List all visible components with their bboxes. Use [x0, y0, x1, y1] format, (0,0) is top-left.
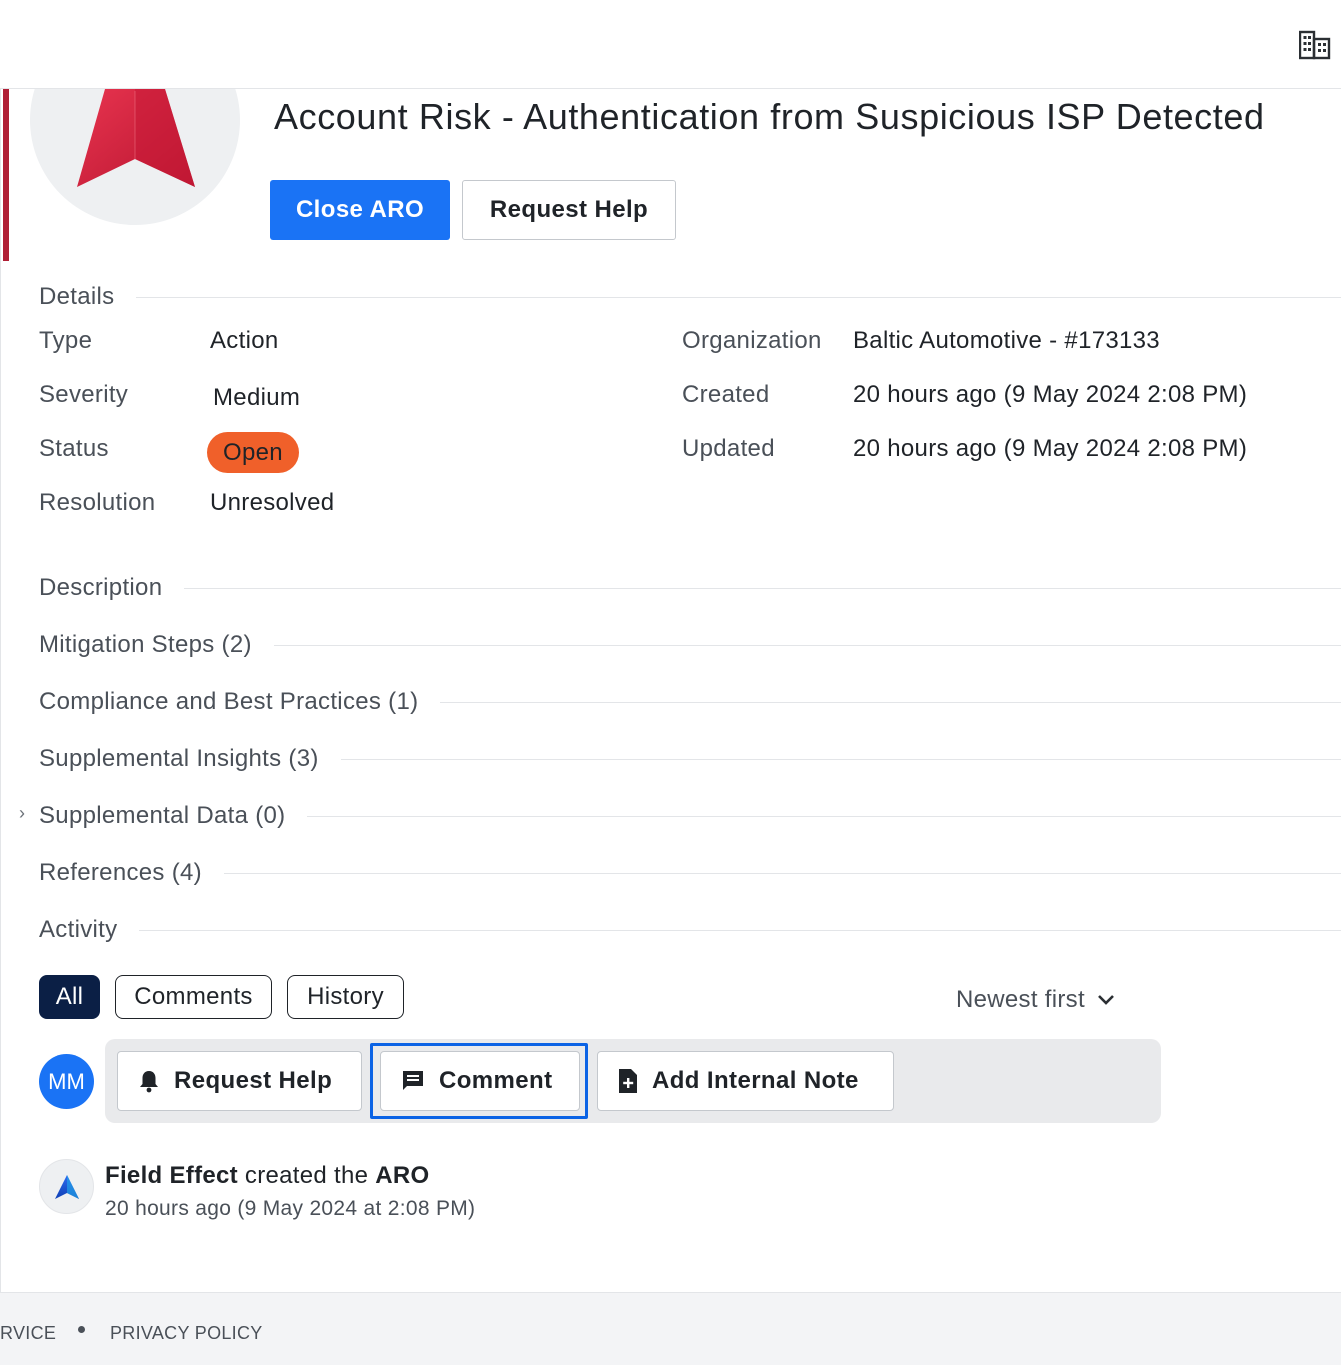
detail-label-resolution: Resolution: [39, 489, 156, 516]
footer-link-privacy[interactable]: PRIVACY POLICY: [110, 1323, 263, 1344]
detail-label-severity: Severity: [39, 381, 129, 408]
filter-all[interactable]: All: [39, 975, 100, 1019]
detail-label-status: Status: [39, 435, 109, 462]
detail-label-created: Created: [682, 381, 770, 408]
comment-button[interactable]: Comment: [380, 1051, 580, 1111]
divider: [440, 701, 1341, 703]
section-description[interactable]: Description: [39, 573, 1341, 603]
feed-actor: Field Effect: [105, 1162, 238, 1189]
activity-request-help-button[interactable]: Request Help: [117, 1051, 362, 1111]
section-supplemental-data[interactable]: Supplemental Data (0): [39, 801, 1341, 831]
feed-entry-time: 20 hours ago (9 May 2024 at 2:08 PM): [105, 1197, 476, 1220]
detail-value-resolution: Unresolved: [210, 489, 335, 516]
detail-label-type: Type: [39, 327, 93, 354]
detail-value-severity: Medium: [213, 384, 301, 411]
aro-logo: [30, 89, 240, 229]
bell-icon: [140, 1071, 158, 1093]
section-supplemental-insights[interactable]: Supplemental Insights (3): [39, 744, 1341, 774]
divider: [273, 644, 1341, 646]
field-effect-logo-icon: [54, 1174, 79, 1199]
feed-avatar: [39, 1159, 94, 1214]
divider: [340, 758, 1341, 760]
detail-label-updated: Updated: [682, 435, 775, 462]
footer: RVICE PRIVACY POLICY: [0, 1292, 1341, 1365]
divider: [136, 296, 1341, 298]
detail-value-updated: 20 hours ago (9 May 2024 2:08 PM): [853, 435, 1248, 462]
section-references[interactable]: References (4): [39, 858, 1341, 888]
close-aro-button[interactable]: Close ARO: [270, 180, 450, 240]
detail-value-created: 20 hours ago (9 May 2024 2:08 PM): [853, 381, 1248, 408]
avatar: MM: [39, 1054, 94, 1109]
divider: [223, 872, 1341, 874]
chevron-right-icon[interactable]: ›: [19, 803, 25, 824]
divider: [184, 587, 1341, 589]
divider: [307, 815, 1341, 817]
filter-comments[interactable]: Comments: [115, 975, 272, 1019]
field-effect-logo-icon: [77, 89, 195, 187]
section-compliance[interactable]: Compliance and Best Practices (1): [39, 687, 1341, 717]
note-add-icon: [619, 1069, 637, 1093]
sort-dropdown[interactable]: Newest first: [956, 986, 1115, 1014]
filter-history[interactable]: History: [287, 975, 404, 1019]
section-mitigation-steps[interactable]: Mitigation Steps (2): [39, 630, 1341, 660]
footer-separator: [78, 1326, 85, 1333]
feed-verb: created the: [244, 1162, 369, 1189]
section-details[interactable]: Details: [39, 282, 1341, 312]
comment-label: Comment: [439, 1067, 553, 1094]
sort-label: Newest first: [956, 986, 1085, 1013]
top-bar: [0, 0, 1341, 89]
detail-value-organization: Baltic Automotive - #173133: [853, 327, 1160, 354]
add-internal-note-button[interactable]: Add Internal Note: [597, 1051, 894, 1111]
feed-object: ARO: [375, 1162, 430, 1189]
add-internal-note-label: Add Internal Note: [652, 1067, 859, 1094]
section-activity[interactable]: Activity: [39, 915, 1341, 945]
aro-title: Account Risk - Authentication from Suspi…: [274, 96, 1265, 137]
detail-value-type: Action: [210, 327, 279, 354]
chevron-down-icon: [1098, 995, 1114, 1005]
aro-detail-panel: Account Risk - Authentication from Suspi…: [0, 89, 1341, 1292]
request-help-label: Request Help: [174, 1067, 333, 1094]
comment-icon: [403, 1071, 423, 1090]
feed-entry-text: Field Effect created the ARO: [105, 1162, 430, 1190]
footer-link-terms[interactable]: RVICE: [0, 1323, 56, 1344]
severity-accent-bar: [3, 89, 9, 261]
request-help-button[interactable]: Request Help: [462, 180, 676, 240]
building-icon[interactable]: [1299, 29, 1331, 61]
divider: [139, 929, 1341, 931]
status-badge: Open: [207, 432, 299, 473]
detail-label-organization: Organization: [682, 327, 822, 354]
